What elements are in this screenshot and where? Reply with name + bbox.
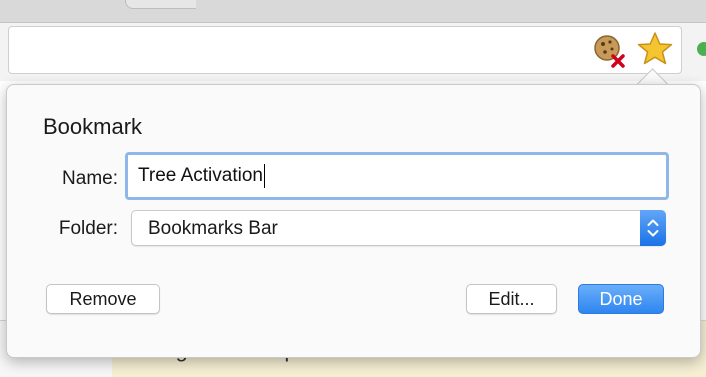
done-button[interactable]: Done bbox=[578, 284, 664, 314]
name-field-value: Tree Activation bbox=[138, 165, 263, 186]
text-caret bbox=[263, 164, 265, 188]
folder-select[interactable]: Bookmarks Bar bbox=[131, 210, 666, 246]
select-arrows-icon[interactable] bbox=[640, 210, 666, 246]
tab-edge[interactable] bbox=[125, 0, 196, 9]
dialog-title: Bookmark bbox=[43, 114, 143, 139]
folder-label: Folder: bbox=[58, 218, 118, 239]
remove-button[interactable]: Remove bbox=[46, 284, 160, 314]
tab-strip bbox=[0, 0, 706, 23]
folder-select-value: Bookmarks Bar bbox=[148, 218, 278, 239]
edit-button[interactable]: Edit... bbox=[466, 284, 557, 314]
bookmark-star-icon[interactable] bbox=[636, 30, 674, 68]
name-label: Name: bbox=[62, 168, 118, 189]
extension-icon[interactable] bbox=[694, 38, 706, 60]
address-bar[interactable] bbox=[8, 26, 682, 74]
name-field[interactable]: Tree Activation bbox=[125, 152, 669, 200]
cookie-blocked-icon[interactable] bbox=[591, 32, 627, 68]
